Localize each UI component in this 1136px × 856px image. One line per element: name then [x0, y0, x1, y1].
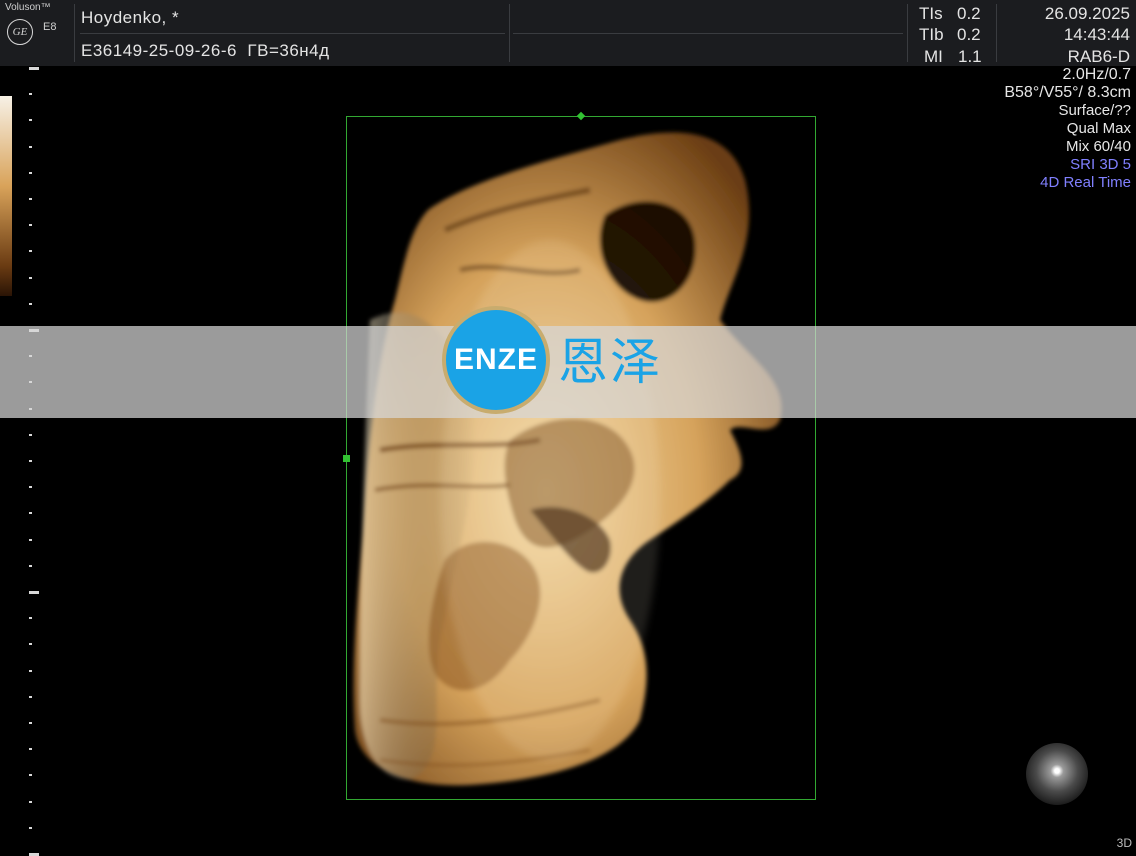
- time-label: 14:43:44: [1063, 25, 1130, 44]
- depth-tick: [29, 119, 32, 122]
- depth-tick: [29, 198, 32, 200]
- roi-left-handle[interactable]: [343, 455, 350, 462]
- depth-tick: [29, 695, 32, 698]
- depth-tick: [29, 433, 32, 436]
- view-mode-label: 3D: [1116, 836, 1132, 850]
- param-mode: 4D Real Time: [1040, 174, 1131, 191]
- ge-logo-icon: GE: [7, 19, 33, 45]
- header-divider: [996, 4, 997, 62]
- header-divider: [509, 4, 510, 62]
- color-scale-bar: [0, 96, 12, 296]
- depth-tick: [29, 486, 32, 489]
- depth-tick: [29, 512, 32, 515]
- param-quality: Qual Max: [1066, 120, 1131, 137]
- depth-tick: [29, 564, 32, 567]
- depth-tick: [29, 67, 39, 70]
- probe-label: RAB6-D: [1067, 47, 1130, 66]
- depth-tick: [29, 591, 39, 594]
- render-orientation-sphere-icon[interactable]: [1026, 743, 1088, 805]
- roi-box[interactable]: [346, 116, 816, 800]
- header-bar: Voluson™ GE E8 Hoydenko, * E36149-25-09-…: [0, 0, 1136, 66]
- depth-tick: [29, 722, 32, 724]
- depth-tick: [29, 224, 32, 227]
- header-divider: [74, 4, 75, 62]
- header-divider: [907, 4, 908, 62]
- index-tis: TIs 0.2: [919, 4, 981, 23]
- depth-tick: [29, 93, 32, 96]
- depth-tick: [29, 276, 32, 279]
- depth-tick: [29, 145, 32, 148]
- index-mi: MI 1.1: [924, 47, 982, 66]
- watermark-logo: ENZE: [442, 306, 550, 414]
- model-label: E8: [43, 21, 57, 33]
- depth-tick: [29, 826, 32, 829]
- depth-tick: [29, 800, 32, 803]
- depth-tick: [29, 460, 32, 462]
- date-label: 26.09.2025: [1044, 4, 1130, 23]
- exam-id: E36149-25-09-26-6: [81, 41, 237, 60]
- brand-label: Voluson™: [5, 2, 51, 13]
- depth-tick: [29, 774, 32, 777]
- header-divider: [80, 33, 505, 34]
- acquisition-params: 2.0Hz/0.7 B58°/V55°/ 8.3cm Surface/?? Qu…: [1004, 66, 1131, 192]
- depth-tick: [29, 171, 32, 174]
- param-sri: SRI 3D 5: [1070, 156, 1131, 173]
- param-render-mode: Surface/??: [1058, 102, 1131, 119]
- exam-info: E36149-25-09-26-6 ГВ=36н4д: [81, 41, 330, 61]
- header-divider: [513, 33, 903, 34]
- param-angle: B58°/V55°/ 8.3cm: [1004, 84, 1131, 101]
- param-mix: Mix 60/40: [1065, 138, 1131, 155]
- depth-tick: [29, 538, 32, 541]
- gestational-age: ГВ=36н4д: [247, 41, 330, 60]
- watermark-text: 恩泽: [558, 333, 662, 391]
- param-frequency: 2.0Hz/0.7: [1062, 66, 1131, 83]
- depth-tick: [29, 250, 32, 253]
- depth-tick: [29, 669, 32, 672]
- depth-tick: [29, 302, 32, 305]
- depth-tick: [29, 643, 32, 646]
- depth-tick: [29, 748, 32, 751]
- patient-name: Hoydenko, *: [81, 8, 180, 27]
- index-tib: TIb 0.2: [919, 25, 981, 44]
- depth-tick: [29, 617, 32, 620]
